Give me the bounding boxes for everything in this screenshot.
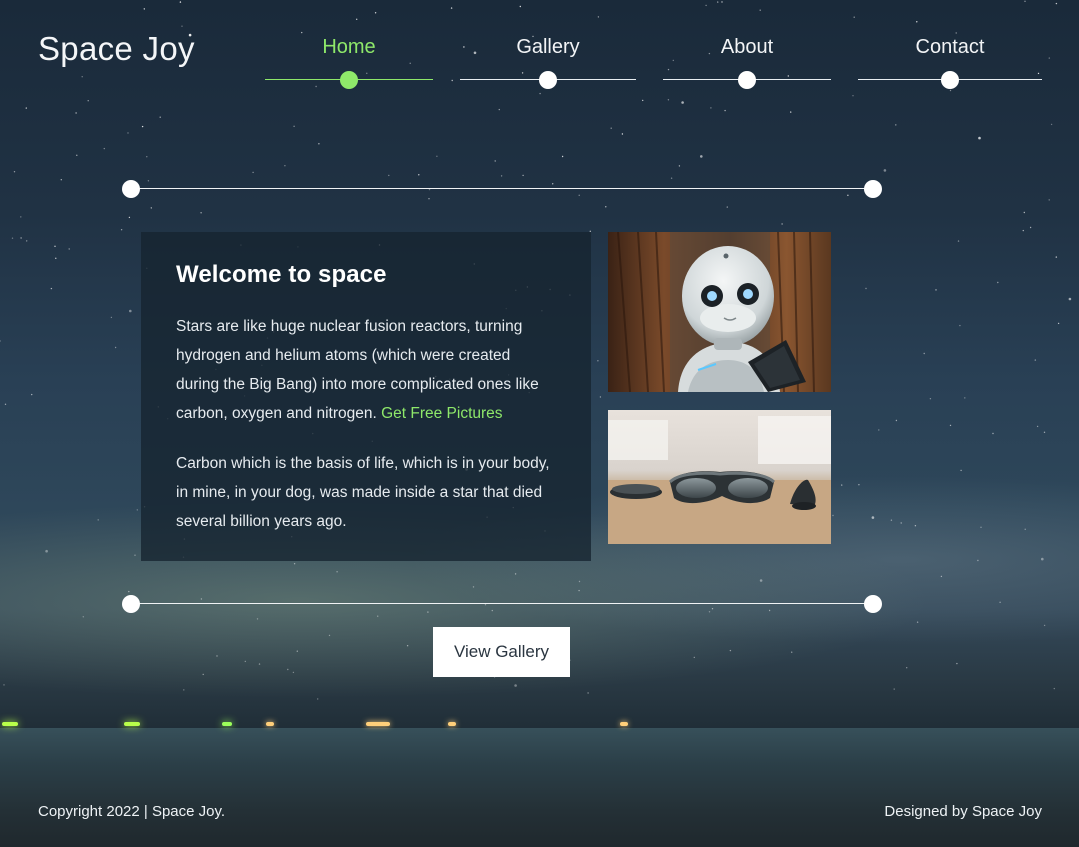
- nav-item-label: Contact: [915, 36, 985, 58]
- nav-item-label: Home: [322, 36, 376, 58]
- welcome-paragraph-2: Carbon which is the basis of life, which…: [176, 455, 550, 530]
- robot-photo: [608, 232, 831, 392]
- nav-item-home[interactable]: Home: [265, 36, 433, 89]
- nav-item-label: Gallery: [516, 36, 580, 58]
- welcome-heading: Welcome to space: [176, 261, 387, 288]
- top-divider: [122, 180, 882, 198]
- nav-item-label: About: [720, 36, 774, 58]
- divider-line: [131, 603, 873, 604]
- divider-dot-icon: [122, 180, 140, 198]
- nav-dot-icon: [941, 71, 959, 89]
- nav-dot-icon: [738, 71, 756, 89]
- horizon-lights: [0, 718, 1079, 732]
- main-nav: Home Gallery About Contact: [0, 0, 1079, 100]
- welcome-paragraph-1: Stars are like huge nuclear fusion react…: [176, 312, 556, 428]
- divider-dot-icon: [122, 595, 140, 613]
- bottom-divider: [122, 595, 882, 613]
- nav-dot-icon: [340, 71, 358, 89]
- view-gallery-button[interactable]: View Gallery: [433, 627, 570, 677]
- welcome-panel: Welcome to space Stars are like huge nuc…: [141, 232, 591, 561]
- vr-glasses-photo: [608, 410, 831, 544]
- divider-dot-icon: [864, 595, 882, 613]
- nav-item-contact[interactable]: Contact: [858, 36, 1042, 89]
- sea: [0, 728, 1079, 847]
- nav-item-about[interactable]: About: [663, 36, 831, 89]
- nav-dot-icon: [539, 71, 557, 89]
- nav-item-gallery[interactable]: Gallery: [460, 36, 636, 89]
- get-free-pictures-link[interactable]: Get Free Pictures: [381, 405, 502, 422]
- footer-credit: Designed by Space Joy: [884, 803, 1042, 820]
- footer-copyright: Copyright 2022 | Space Joy.: [38, 803, 226, 820]
- divider-line: [131, 188, 873, 189]
- divider-dot-icon: [864, 180, 882, 198]
